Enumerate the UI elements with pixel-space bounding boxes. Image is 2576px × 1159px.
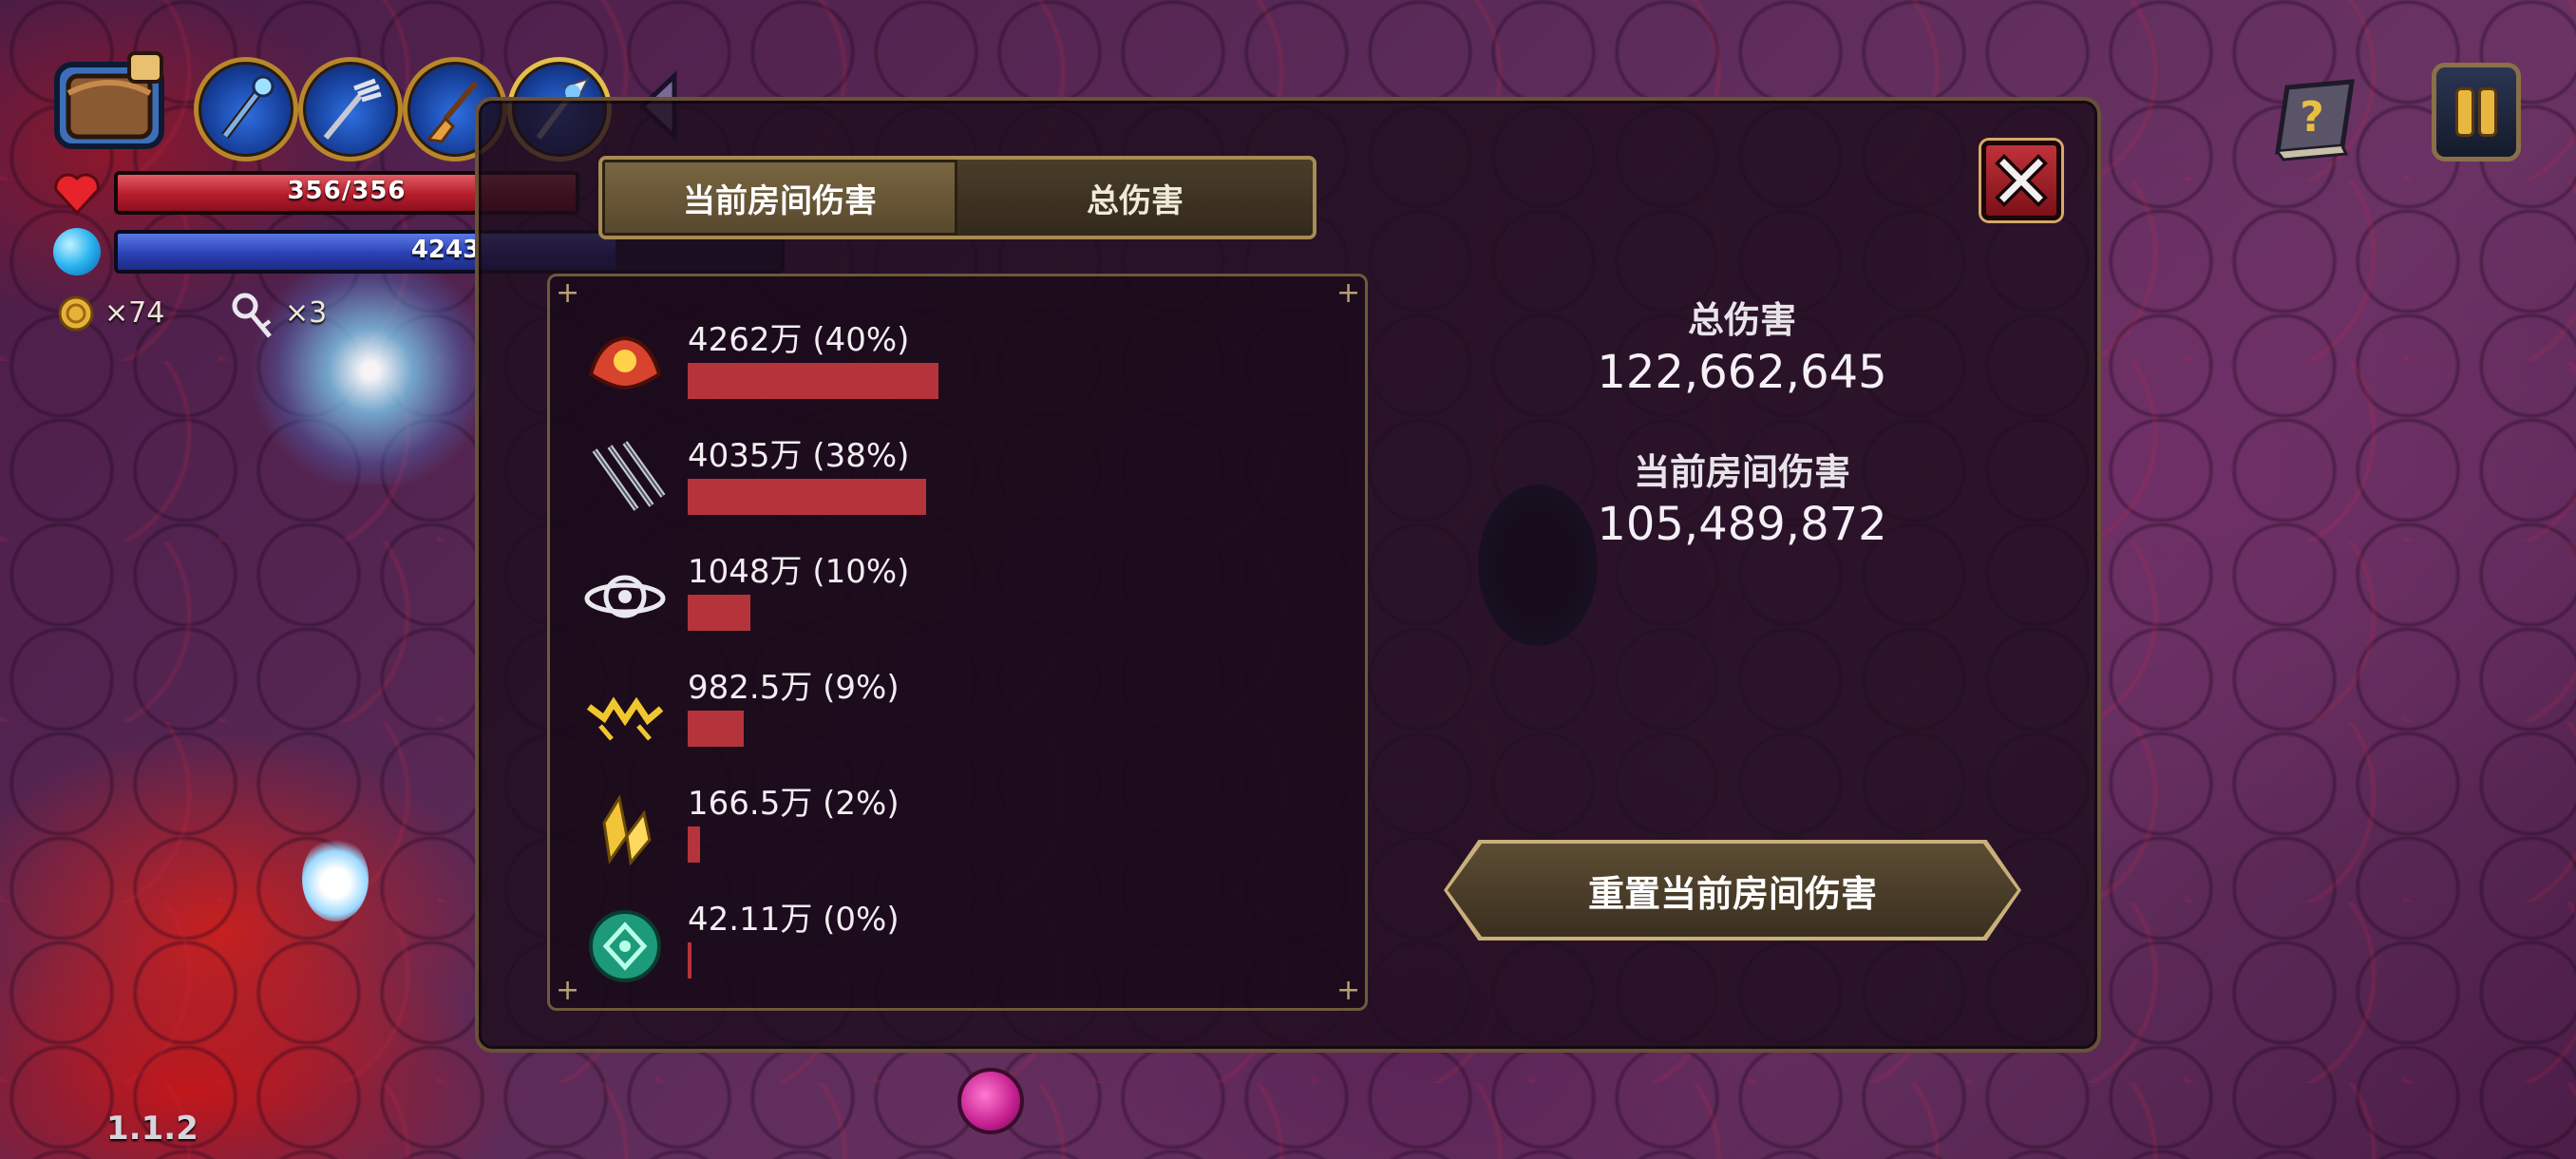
lightning-icon xyxy=(586,696,664,741)
pause-bar-right xyxy=(2481,90,2494,134)
reset-room-damage-button[interactable]: 重置当前房间伤害 xyxy=(1448,844,2017,937)
pause-button[interactable] xyxy=(2432,63,2521,162)
coin-icon xyxy=(58,295,94,332)
reset-button-label: 重置当前房间伤害 xyxy=(1587,872,1877,915)
room-damage-value: 105,489,872 xyxy=(1597,498,1887,551)
total-damage-label: 总伤害 xyxy=(1687,299,1796,341)
pause-bar-left xyxy=(2458,90,2472,134)
damage-bar xyxy=(688,942,691,978)
triple-blade-icon xyxy=(592,441,666,511)
close-icon xyxy=(1995,154,2048,207)
fork-weapon-icon xyxy=(323,78,382,140)
key-count: ×3 xyxy=(285,296,328,330)
damage-amount: 4262万 (40%) xyxy=(688,321,910,359)
coin-count: ×74 xyxy=(104,296,165,330)
damage-row: 166.5万 (2%) xyxy=(581,777,1246,882)
backpack-icon[interactable] xyxy=(47,44,180,158)
damage-amount: 1048万 (10%) xyxy=(688,553,910,591)
damage-amount: 4035万 (38%) xyxy=(688,437,910,475)
corner-ornament: + xyxy=(556,974,580,1007)
green-rune-icon xyxy=(589,910,661,982)
damage-bar xyxy=(688,479,926,515)
tab-current-room-damage[interactable]: 当前房间伤害 xyxy=(602,160,957,236)
room-damage-label: 当前房间伤害 xyxy=(1633,451,1850,493)
damage-amount: 982.5万 (9%) xyxy=(688,669,900,707)
damage-row: 4262万 (40%) xyxy=(581,314,1246,418)
damage-tabs: 当前房间伤害 总伤害 xyxy=(598,156,1316,239)
corner-ornament: + xyxy=(1336,276,1361,310)
damage-amount: 42.11万 (0%) xyxy=(688,901,900,939)
damage-row: 1048万 (10%) xyxy=(581,545,1246,650)
damage-row: 982.5万 (9%) xyxy=(581,661,1246,766)
lightning-burst xyxy=(247,256,494,484)
orbit-ring-icon xyxy=(584,575,666,618)
weapon-slot-1[interactable] xyxy=(194,57,298,162)
key-icon xyxy=(232,293,272,338)
relic-orb-icon[interactable] xyxy=(957,1068,1024,1134)
total-damage-value: 122,662,645 xyxy=(1597,346,1887,399)
damage-bar xyxy=(688,595,750,631)
damage-bar xyxy=(688,826,700,863)
corner-ornament: + xyxy=(1336,974,1361,1007)
fire-shell-icon xyxy=(588,335,662,390)
close-button[interactable] xyxy=(1981,141,2061,220)
crystal-shard-icon xyxy=(602,793,652,866)
svg-text:?: ? xyxy=(2300,93,2324,142)
help-book-icon[interactable]: ? xyxy=(2270,76,2365,162)
weapon-slot-2[interactable] xyxy=(298,57,403,162)
damage-bar xyxy=(688,711,744,747)
version-label: 1.1.2 xyxy=(106,1110,199,1148)
damage-amount: 166.5万 (2%) xyxy=(688,785,900,823)
blue-staff-icon xyxy=(221,75,275,139)
damage-row: 42.11万 (0%) xyxy=(581,893,1246,998)
tab-total-damage[interactable]: 总伤害 xyxy=(957,160,1313,236)
damage-bar xyxy=(688,363,938,399)
damage-row: 4035万 (38%) xyxy=(581,429,1246,534)
spirit-wisp xyxy=(302,836,369,922)
mana-orb-icon xyxy=(53,228,101,276)
corner-ornament: + xyxy=(556,276,580,310)
heart-icon xyxy=(54,173,100,216)
